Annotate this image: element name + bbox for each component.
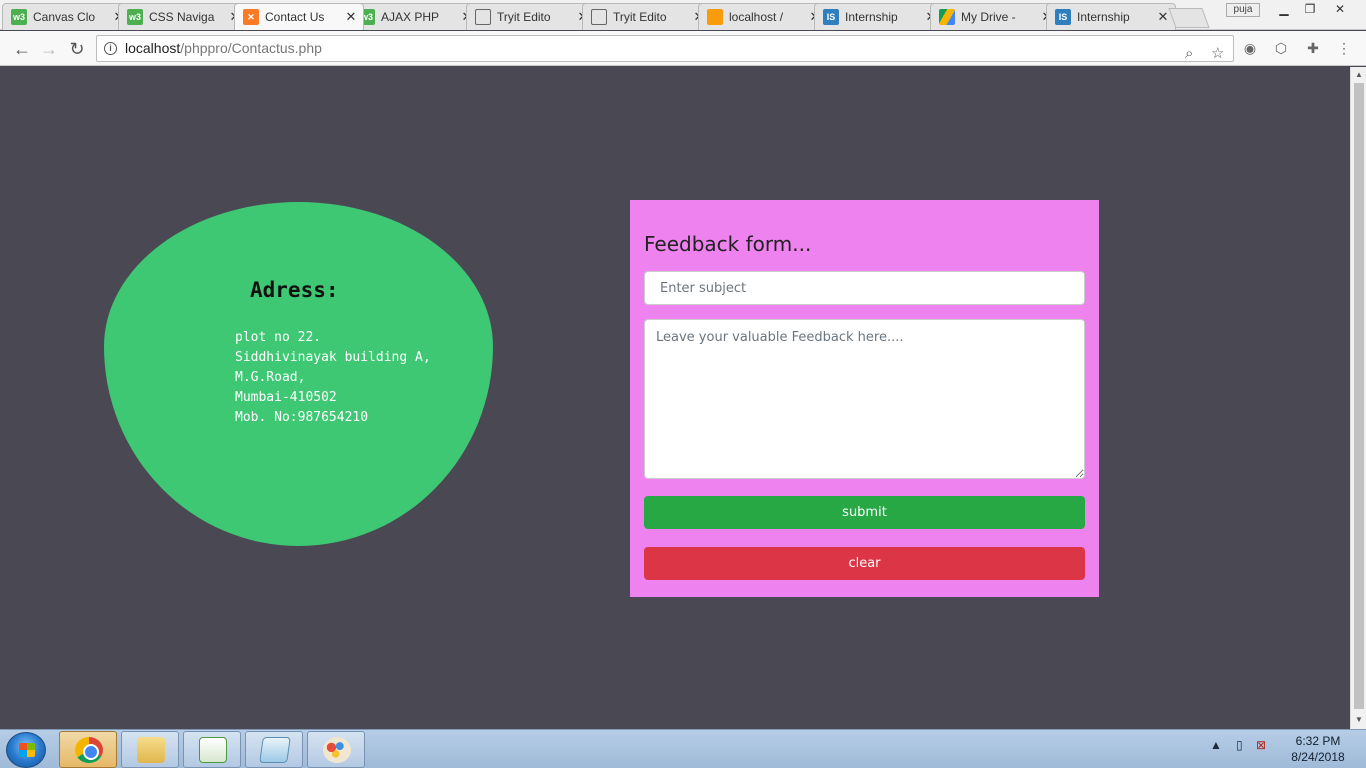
taskbar-notepad[interactable] — [245, 731, 303, 768]
phpmyadmin-icon — [707, 9, 723, 25]
tab-label: localhost / — [729, 10, 784, 24]
windows-logo-icon — [19, 743, 35, 757]
folder-icon — [137, 737, 165, 763]
feedback-title: Feedback form... — [644, 232, 812, 256]
paint-icon — [323, 737, 351, 763]
tab-css-navigation[interactable]: w3 CSS Naviga ✕ — [118, 3, 248, 30]
internshala-icon: IS — [823, 9, 839, 25]
w3schools-icon: w3 — [11, 9, 27, 25]
feedback-form: Feedback form... submit clear — [630, 200, 1099, 597]
tab-ajax-php[interactable]: w3 AJAX PHP ✕ — [350, 3, 480, 30]
battery-icon[interactable]: ▯ — [1236, 738, 1243, 752]
extension-globe-icon[interactable]: ◉ — [1241, 39, 1259, 57]
tab-strip: w3 Canvas Clo ✕ w3 CSS Naviga ✕ ✕ Contac… — [0, 0, 1366, 30]
scroll-up-icon[interactable]: ▲ — [1355, 70, 1363, 79]
chart-app-icon — [199, 737, 227, 763]
taskbar-paint[interactable] — [307, 731, 365, 768]
address-circle: Adress: plot no 22. Siddhivinayak buildi… — [104, 202, 493, 546]
address-line: Siddhivinayak building A, — [235, 350, 431, 365]
address-details: plot no 22. Siddhivinayak building A, M.… — [235, 328, 431, 428]
tab-canvas[interactable]: w3 Canvas Clo ✕ — [2, 3, 132, 30]
taskbar-chrome[interactable] — [59, 731, 117, 768]
feedback-textarea[interactable] — [644, 319, 1085, 479]
google-drive-icon — [939, 9, 955, 25]
window-close-icon[interactable]: ✕ — [1326, 0, 1354, 18]
system-clock[interactable]: 6:32 PM 8/24/2018 — [1282, 733, 1354, 765]
w3schools-icon: w3 — [127, 9, 143, 25]
address-line: M.G.Road, — [235, 370, 306, 385]
tab-label: Internship — [1077, 10, 1130, 24]
start-button[interactable] — [6, 732, 46, 768]
extension-cube-icon[interactable]: ⬡ — [1272, 39, 1290, 57]
address-line: plot no 22. — [235, 330, 322, 345]
submit-button[interactable]: submit — [644, 496, 1085, 529]
tab-label: Tryit Edito — [497, 10, 551, 24]
tab-tryit-editor-1[interactable]: Tryit Edito ✕ — [466, 3, 596, 30]
reload-icon[interactable]: ↻ — [65, 37, 89, 61]
minimize-icon[interactable]: ▁ — [1270, 0, 1298, 18]
network-icon[interactable]: ⊠ — [1256, 738, 1266, 752]
show-hidden-icons-icon[interactable]: ▲ — [1210, 738, 1222, 752]
browser-toolbar: ← → ↻ i localhost/phppro/Contactus.php ⌕… — [0, 31, 1366, 66]
tab-contact-us[interactable]: ✕ Contact Us ✕ — [234, 3, 364, 30]
tab-label: Tryit Edito — [613, 10, 667, 24]
zoom-icon[interactable]: ⌕ — [1185, 41, 1193, 66]
tab-label: Internship — [845, 10, 898, 24]
taskbar-explorer[interactable] — [121, 731, 179, 768]
profile-badge[interactable]: puja — [1226, 3, 1260, 17]
tab-label: My Drive - — [961, 10, 1016, 24]
tab-my-drive[interactable]: My Drive - ✕ — [930, 3, 1060, 30]
restore-icon[interactable]: ❐ — [1296, 0, 1324, 18]
document-icon — [591, 9, 607, 25]
menu-icon[interactable]: ⋮ — [1335, 39, 1353, 57]
tab-internship-1[interactable]: IS Internship ✕ — [814, 3, 944, 30]
clear-button[interactable]: clear — [644, 547, 1085, 580]
document-icon — [475, 9, 491, 25]
address-title: Adress: — [250, 278, 339, 302]
clock-date: 8/24/2018 — [1291, 750, 1345, 764]
new-tab-button[interactable] — [1168, 8, 1210, 28]
bookmark-star-icon[interactable]: ☆ — [1211, 41, 1224, 66]
clock-time: 6:32 PM — [1295, 734, 1341, 748]
vertical-scrollbar[interactable]: ▲ ▼ — [1350, 67, 1366, 729]
page-viewport: Adress: plot no 22. Siddhivinayak buildi… — [0, 67, 1350, 729]
tab-internship-2[interactable]: IS Internship ✕ — [1046, 3, 1176, 30]
xampp-icon: ✕ — [243, 9, 259, 25]
address-line: Mumbai-410502 — [235, 390, 337, 405]
tab-label: CSS Naviga — [149, 10, 215, 24]
scrollbar-thumb[interactable] — [1354, 83, 1364, 709]
notepad-icon — [259, 737, 291, 763]
info-icon[interactable]: i — [104, 42, 117, 55]
taskbar-chart-app[interactable] — [183, 731, 241, 768]
taskbar: ▲ ▯ ⊠ 6:32 PM 8/24/2018 — [0, 729, 1366, 768]
close-icon[interactable]: ✕ — [345, 9, 357, 25]
close-icon[interactable]: ✕ — [1157, 9, 1169, 25]
tab-label: Contact Us — [265, 10, 325, 24]
chrome-icon — [75, 737, 103, 763]
url-path: /phppro/Contactus.php — [180, 40, 322, 56]
url-host: localhost — [125, 40, 181, 56]
tab-tryit-editor-2[interactable]: Tryit Edito ✕ — [582, 3, 712, 30]
forward-icon[interactable]: → — [37, 37, 61, 61]
internshala-icon: IS — [1055, 9, 1071, 25]
extension-puzzle-icon[interactable]: ✚ — [1304, 39, 1322, 57]
tab-label: Canvas Clo — [33, 10, 96, 24]
tab-label: AJAX PHP — [381, 10, 440, 24]
address-bar[interactable]: i localhost/phppro/Contactus.php ⌕ ☆ — [96, 35, 1234, 62]
tab-phpmyadmin[interactable]: localhost / ✕ — [698, 3, 828, 30]
subject-input[interactable] — [644, 271, 1085, 305]
back-icon[interactable]: ← — [10, 37, 34, 61]
address-phone: Mob. No:987654210 — [235, 410, 369, 425]
scroll-down-icon[interactable]: ▼ — [1355, 715, 1363, 724]
